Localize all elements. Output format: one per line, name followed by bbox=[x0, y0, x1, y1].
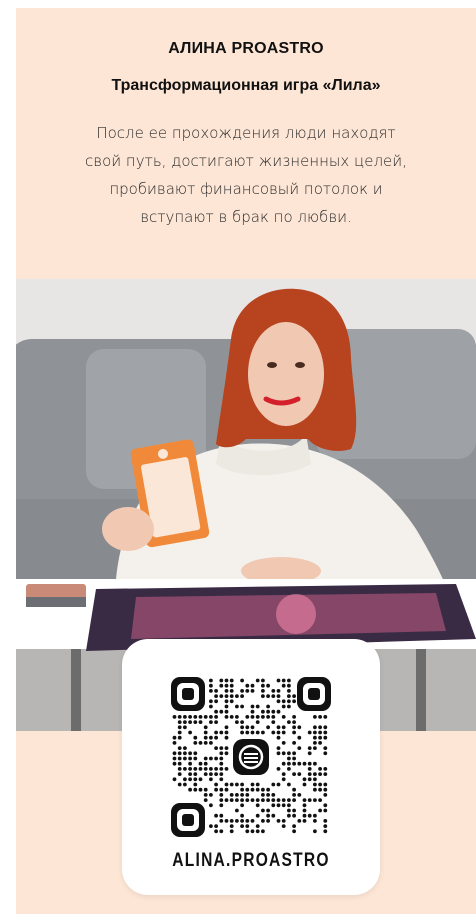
description: После ее прохождения люди находят свой п… bbox=[52, 119, 440, 231]
author-name: АЛИНА PROASTRO bbox=[168, 40, 324, 57]
qr-card[interactable]: ALINA.PROASTRO bbox=[122, 639, 380, 895]
qr-handle-label: ALINA.PROASTRO bbox=[172, 850, 330, 871]
description-line: После ее прохождения люди находят bbox=[96, 124, 396, 142]
game-title: Трансформационная игра «Лила» bbox=[111, 77, 381, 94]
instagram-qr-code-icon[interactable] bbox=[171, 677, 331, 837]
promo-card: АЛИНА PROASTRO Трансформационная игра «Л… bbox=[16, 8, 476, 914]
header: АЛИНА PROASTRO Трансформационная игра «Л… bbox=[16, 8, 476, 278]
description-line: свой путь, достигают жизненных целей, bbox=[85, 152, 407, 170]
description-line: пробивают финансовый потолок и bbox=[109, 180, 383, 198]
description-line: вступают в брак по любви. bbox=[140, 208, 352, 226]
